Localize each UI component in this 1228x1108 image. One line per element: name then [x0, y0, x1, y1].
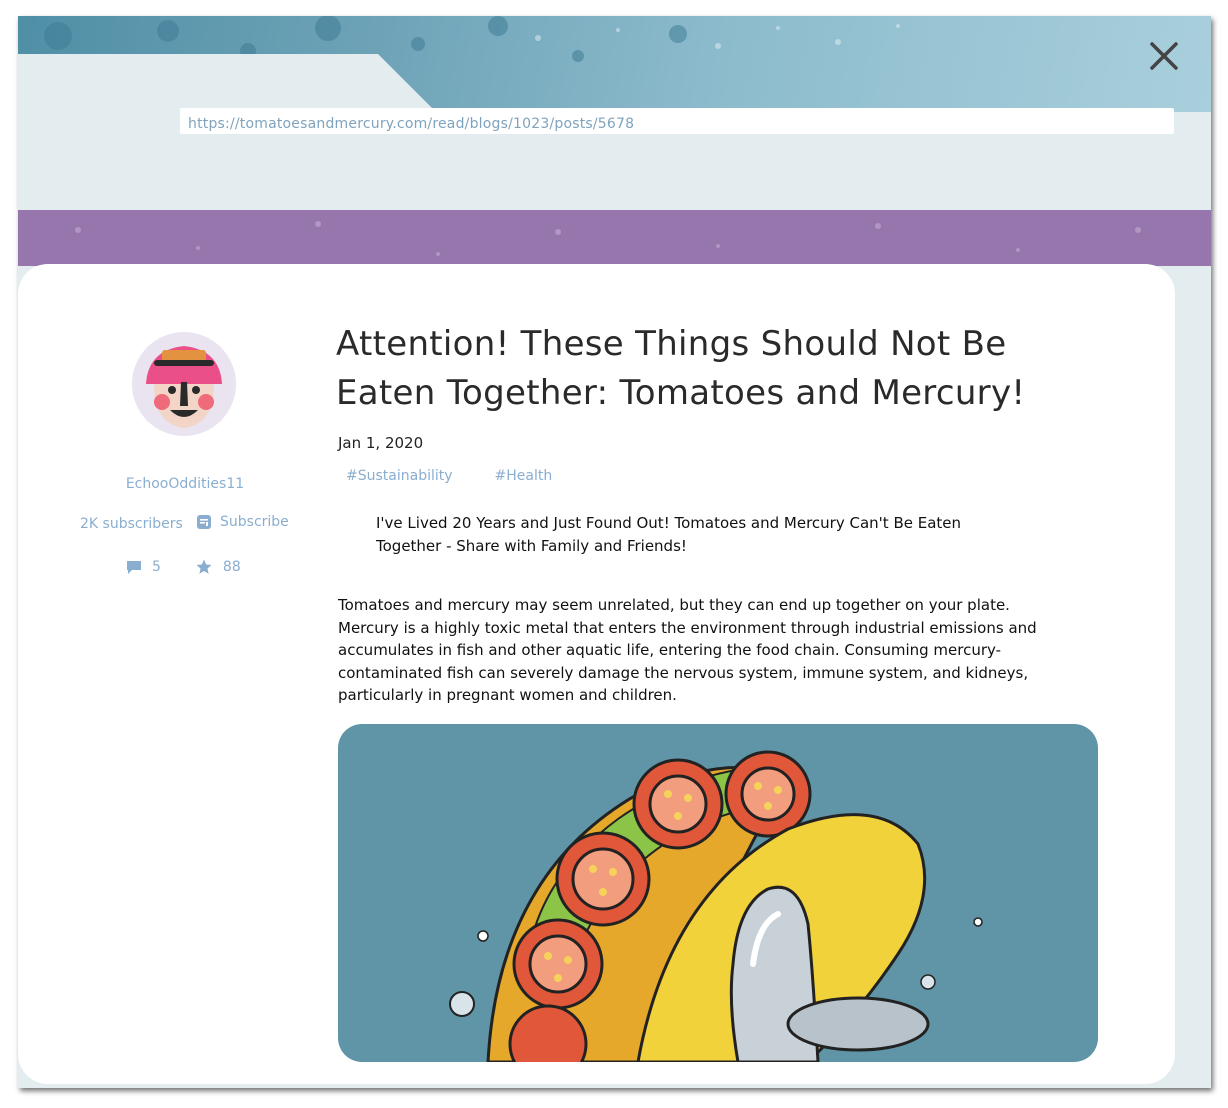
post-title: Attention! These Things Should Not Be Ea… [336, 324, 1026, 413]
comments-count: 5 [152, 559, 161, 575]
stars-count: 88 [222, 559, 241, 575]
stars-stat[interactable]: 88 [195, 558, 241, 576]
subscribe-button[interactable]: Subscribe [196, 514, 289, 530]
tag-sustainability[interactable]: #Sustainability [346, 468, 453, 484]
texture-decoration [75, 221, 1141, 256]
tag-list: #Sustainability #Health [346, 468, 552, 484]
close-icon [1150, 42, 1178, 70]
subscriber-count: 2K subscribers [80, 516, 183, 532]
avatar[interactable] [132, 332, 236, 436]
taco-illustration [449, 750, 983, 1062]
subscribe-label: Subscribe [220, 514, 289, 530]
avatar-image [132, 332, 236, 436]
tag-health[interactable]: #Health [495, 468, 553, 484]
comments-stat[interactable]: 5 [126, 558, 161, 576]
post-body: Tomatoes and mercury may seem unrelated,… [338, 596, 1037, 704]
address-url[interactable]: https://tomatoesandmercury.com/read/blog… [188, 116, 634, 132]
browser-tab[interactable] [18, 54, 438, 114]
subscribe-icon [197, 515, 211, 529]
hero-image [338, 724, 1098, 1062]
post-date: Jan 1, 2020 [338, 434, 424, 452]
star-icon [196, 559, 212, 574]
accent-band [18, 210, 1211, 266]
close-button[interactable] [1146, 38, 1182, 74]
post-quote: I've Lived 20 Years and Just Found Out! … [376, 514, 962, 555]
comment-icon [127, 561, 141, 574]
header-band [18, 16, 1211, 114]
author-username[interactable]: EchooOddities11 [80, 476, 290, 492]
author-stats: 5 88 [126, 558, 241, 576]
